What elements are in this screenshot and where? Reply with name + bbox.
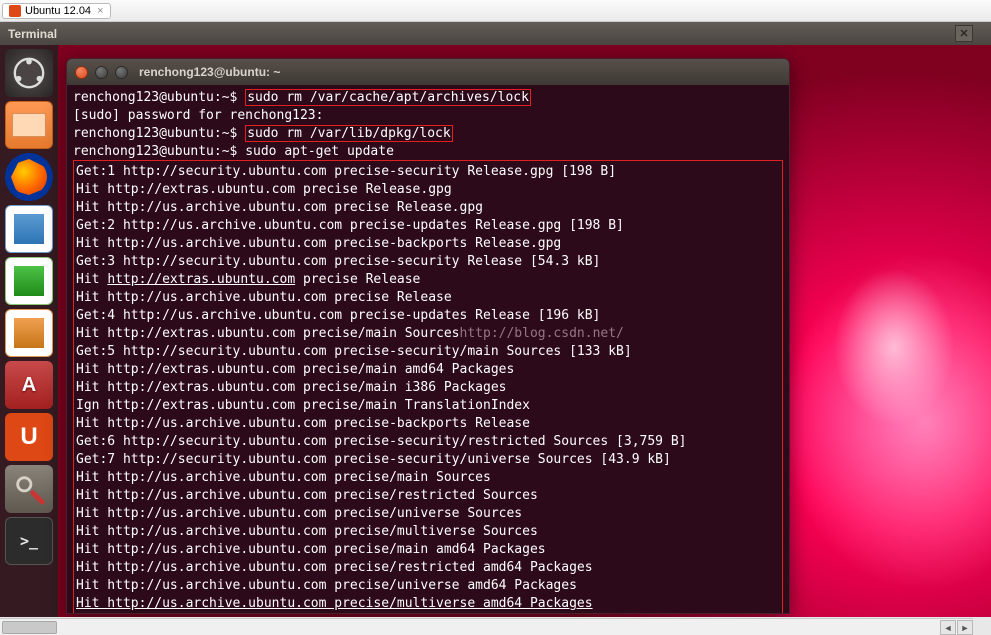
launcher-system-settings[interactable] — [5, 465, 53, 513]
terminal-line: Get:3 http://security.ubuntu.com precise… — [76, 254, 600, 269]
window-close-button[interactable] — [75, 66, 88, 79]
terminal-line: Hit http://extras.ubuntu.com precise/mai… — [76, 362, 514, 377]
terminal-line: Hit http://us.archive.ubuntu.com precise… — [76, 236, 561, 251]
launcher-dash[interactable] — [5, 49, 53, 97]
terminal-titlebar[interactable]: renchong123@ubuntu: ~ — [67, 59, 789, 85]
prompt: renchong123@ubuntu:~$ — [73, 126, 237, 141]
launcher-files[interactable] — [5, 101, 53, 149]
unity-launcher — [0, 45, 58, 617]
ubuntu-desktop: Terminal ✕ renchong123@ubuntu: ~ renchon… — [0, 22, 991, 617]
window-minimize-button[interactable] — [95, 66, 108, 79]
gear-icon — [12, 472, 46, 506]
terminal-line: Hit http://us.archive.ubuntu.com precise… — [76, 524, 538, 539]
panel-title: Terminal — [8, 27, 57, 41]
terminal-line: Get:4 http://us.archive.ubuntu.com preci… — [76, 308, 600, 323]
unity-top-panel: Terminal ✕ — [0, 22, 991, 45]
vm-tab-label: Ubuntu 12.04 — [25, 5, 91, 17]
horizontal-scrollbar[interactable]: ◄ ► — [0, 618, 973, 635]
scrollbar-thumb[interactable] — [2, 621, 57, 634]
terminal-line: Hit http://us.archive.ubuntu.com precise… — [76, 290, 452, 305]
terminal-line: Get:1 http://security.ubuntu.com precise… — [76, 164, 616, 179]
ubuntu-dash-icon — [12, 56, 46, 90]
window-maximize-button[interactable] — [115, 66, 128, 79]
terminal-line: Get:6 http://security.ubuntu.com precise… — [76, 434, 686, 449]
panel-close-button[interactable]: ✕ — [955, 25, 973, 42]
watermark: http://blog.csdn.net/ — [460, 326, 624, 341]
terminal-line: Hit http://extras.ubuntu.com precise/mai… — [76, 326, 624, 341]
terminal-line: Hit http://us.archive.ubuntu.com precise… — [76, 596, 593, 611]
terminal-window: renchong123@ubuntu: ~ renchong123@ubuntu… — [66, 58, 790, 614]
terminal-line: Hit http://us.archive.ubuntu.com precise… — [76, 416, 530, 431]
terminal-line: Ign http://extras.ubuntu.com precise/mai… — [76, 398, 530, 413]
terminal-line: [sudo] password for renchong123: — [73, 108, 323, 123]
terminal-line: Hit http://us.archive.ubuntu.com precise… — [76, 200, 483, 215]
terminal-line: Hit http://us.archive.ubuntu.com precise… — [76, 560, 593, 575]
terminal-line: Hit http://us.archive.ubuntu.com precise… — [76, 470, 491, 485]
terminal-line: Hit http://extras.ubuntu.com precise Rel… — [76, 272, 420, 287]
highlighted-command-1: sudo rm /var/cache/apt/archives/lock — [245, 89, 531, 106]
prompt: renchong123@ubuntu:~$ — [73, 144, 237, 159]
scroll-right-button[interactable]: ► — [957, 620, 973, 635]
ubuntu-icon — [9, 5, 21, 17]
scroll-left-button[interactable]: ◄ — [940, 620, 956, 635]
launcher-libreoffice-writer[interactable] — [5, 205, 53, 253]
terminal-output[interactable]: renchong123@ubuntu:~$ sudo rm /var/cache… — [67, 85, 789, 614]
close-icon[interactable]: × — [97, 5, 103, 17]
terminal-title: renchong123@ubuntu: ~ — [139, 65, 280, 79]
vm-tab-bar: Ubuntu 12.04 × — [0, 0, 991, 22]
highlighted-output-block: Get:1 http://security.ubuntu.com precise… — [73, 160, 783, 614]
launcher-firefox[interactable] — [5, 153, 53, 201]
prompt: renchong123@ubuntu:~$ — [73, 90, 237, 105]
terminal-command: sudo apt-get update — [245, 144, 394, 159]
vm-tab[interactable]: Ubuntu 12.04 × — [2, 3, 111, 19]
terminal-line: Get:7 http://security.ubuntu.com precise… — [76, 452, 671, 467]
terminal-line: Hit http://us.archive.ubuntu.com precise… — [76, 542, 546, 557]
terminal-line: Hit http://extras.ubuntu.com precise Rel… — [76, 182, 452, 197]
terminal-line: Hit http://us.archive.ubuntu.com precise… — [76, 488, 538, 503]
highlighted-command-2: sudo rm /var/lib/dpkg/lock — [245, 125, 453, 142]
terminal-line: Hit http://extras.ubuntu.com precise/mai… — [76, 380, 506, 395]
launcher-ubuntu-one[interactable] — [5, 413, 53, 461]
launcher-libreoffice-calc[interactable] — [5, 257, 53, 305]
terminal-line: Get:2 http://us.archive.ubuntu.com preci… — [76, 218, 624, 233]
launcher-software-center[interactable] — [5, 361, 53, 409]
terminal-line: Get:5 http://security.ubuntu.com precise… — [76, 344, 632, 359]
launcher-libreoffice-impress[interactable] — [5, 309, 53, 357]
terminal-line: Hit http://us.archive.ubuntu.com precise… — [76, 506, 522, 521]
terminal-line: Hit http://us.archive.ubuntu.com precise… — [76, 578, 577, 593]
launcher-terminal[interactable] — [5, 517, 53, 565]
